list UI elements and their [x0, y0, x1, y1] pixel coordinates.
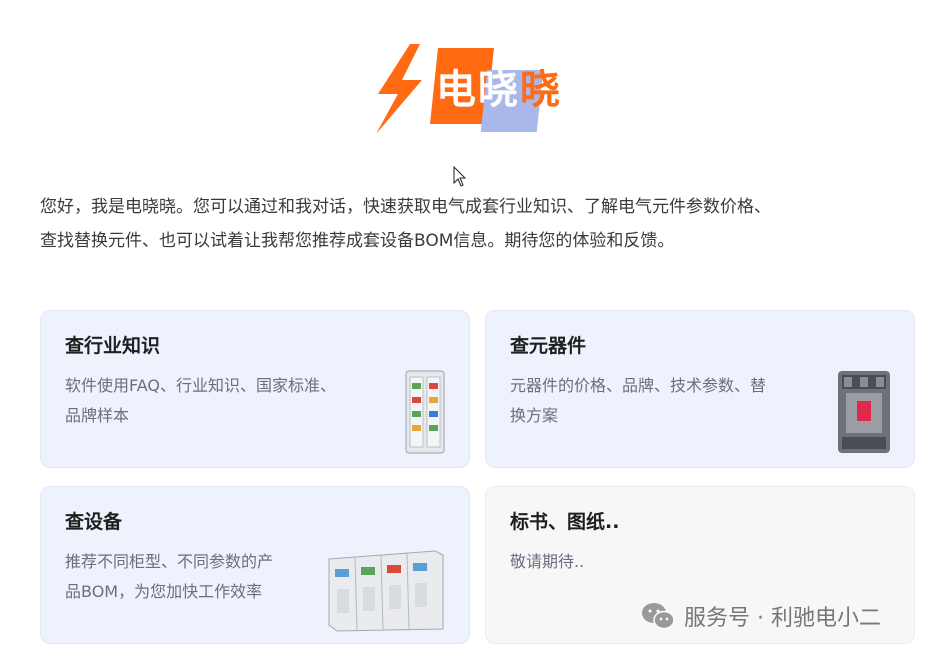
card-title: 标书、图纸..: [510, 511, 620, 533]
watermark-text: 服务号 · 利驰电小二: [684, 606, 881, 631]
card-title: 查设备: [65, 511, 123, 533]
card-description: 软件使用FAQ、行业知识、国家标准、 品牌样本: [65, 376, 336, 425]
brand-logo: 电晓晓: [372, 44, 586, 134]
intro-text: 您好，我是电晓晓。您可以通过和我对话，快速获取电气成套行业知识、了解电气元件参数…: [40, 190, 920, 258]
mouse-pointer-icon: [453, 166, 467, 187]
card-equipment[interactable]: 查设备 推荐不同柜型、不同参数的产 品BOM，为您加快工作效率: [40, 486, 470, 644]
card-description: 敬请期待..: [510, 552, 585, 571]
wechat-watermark: 服务号 · 利驰电小二: [640, 598, 881, 634]
card-components[interactable]: 查元器件 元器件的价格、品牌、技术参数、替 换方案: [485, 310, 915, 468]
intro-line-2: 查找替换元件、也可以试着让我帮您推荐成套设备BOM信息。期待您的体验和反馈。: [40, 231, 675, 251]
cabinet-row-icon: [328, 550, 444, 632]
switchgear-cabinet-icon: [405, 370, 445, 454]
card-title: 查行业知识: [65, 335, 161, 357]
circuit-breaker-icon: [838, 371, 890, 453]
lightning-bolt-icon: [376, 44, 422, 134]
card-description: 元器件的价格、品牌、技术参数、替 换方案: [510, 376, 767, 425]
wechat-icon: [642, 603, 675, 630]
card-industry-knowledge[interactable]: 查行业知识 软件使用FAQ、行业知识、国家标准、 品牌样本: [40, 310, 470, 468]
intro-line-1: 您好，我是电晓晓。您可以通过和我对话，快速获取电气成套行业知识、了解电气元件参数…: [40, 197, 771, 217]
card-title: 查元器件: [510, 335, 587, 357]
logo-brand-text: 电晓晓: [436, 67, 562, 113]
